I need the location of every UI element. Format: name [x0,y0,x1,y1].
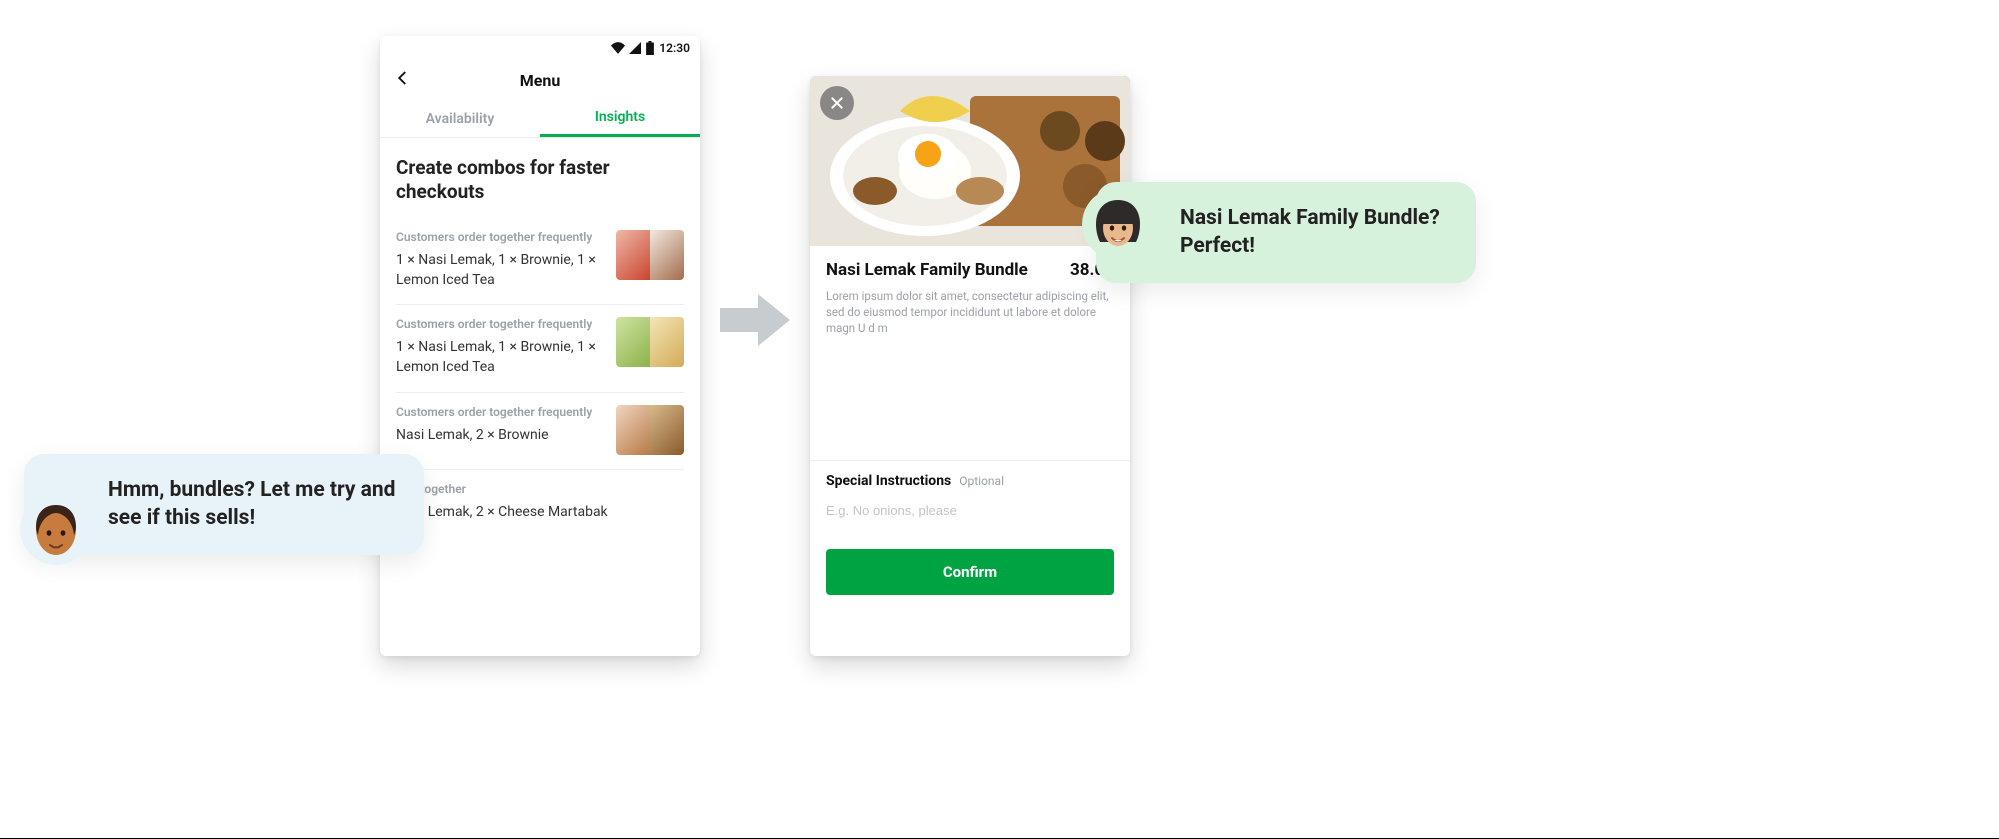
signal-icon [629,42,641,54]
combo-caption: Customers order together frequently [396,230,606,244]
confirm-button[interactable]: Confirm [826,549,1114,595]
insights-content: Create combos for faster checkouts Custo… [380,138,700,536]
merchant-app-screen: 12:30 Menu Availability Insights Create … [380,36,700,656]
battery-icon [645,41,655,55]
app-header: Menu [380,60,700,100]
optional-label: Optional [959,474,1004,488]
combo-card[interactable]: Customers order together frequently 1 × … [396,305,684,393]
combo-items: 1 × Nasi Lemak, 1 × Brownie, 1 × Lemon I… [396,337,606,378]
special-instructions-input[interactable] [826,499,1114,523]
page-title: Menu [394,71,686,90]
customer-speech-bubble: Nasi Lemak Family Bundle? Perfect! [1096,182,1476,283]
combo-thumbnail [616,230,684,280]
close-button[interactable] [820,86,854,120]
insights-heading: Create combos for faster checkouts [396,156,684,204]
combo-items: Nasi Lemak, 2 × Cheese Martabak [396,502,684,522]
tab-insights[interactable]: Insights [540,100,700,137]
combo-items: 1 × Nasi Lemak, 1 × Brownie, 1 × Lemon I… [396,250,606,291]
product-description: Lorem ipsum dolor sit amet, consectetur … [826,288,1114,336]
product-title: Nasi Lemak Family Bundle [826,260,1028,280]
combo-caption: Customers order together frequently [396,405,606,419]
combo-caption: Customers order together frequently [396,317,606,331]
combo-card[interactable]: well together Nasi Lemak, 2 × Cheese Mar… [396,470,684,536]
combo-caption: well together [396,482,684,496]
combo-items: Nasi Lemak, 2 × Brownie [396,425,606,445]
status-bar: 12:30 [380,36,700,60]
merchant-quote: Hmm, bundles? Let me try and see if this… [108,478,396,530]
combo-card[interactable]: Customers order together frequently Nasi… [396,393,684,470]
customer-app-screen: Nasi Lemak Family Bundle 38.00 Lorem ips… [810,76,1130,656]
close-icon [829,95,845,111]
combo-thumbnail [616,317,684,367]
combo-card[interactable]: Customers order together frequently 1 × … [396,218,684,306]
merchant-speech-bubble: Hmm, bundles? Let me try and see if this… [24,454,424,555]
status-time: 12:30 [659,41,690,55]
customer-quote: Nasi Lemak Family Bundle? Perfect! [1180,206,1440,258]
tab-availability[interactable]: Availability [380,100,540,137]
illustration-stage: 12:30 Menu Availability Insights Create … [0,0,1999,839]
wifi-icon [611,42,625,54]
customer-avatar [1082,188,1154,260]
menu-tabs: Availability Insights [380,100,700,138]
merchant-avatar [20,493,92,565]
arrow-icon [720,290,790,354]
special-instructions-label: Special Instructions [826,473,951,489]
combo-thumbnail [616,405,684,455]
